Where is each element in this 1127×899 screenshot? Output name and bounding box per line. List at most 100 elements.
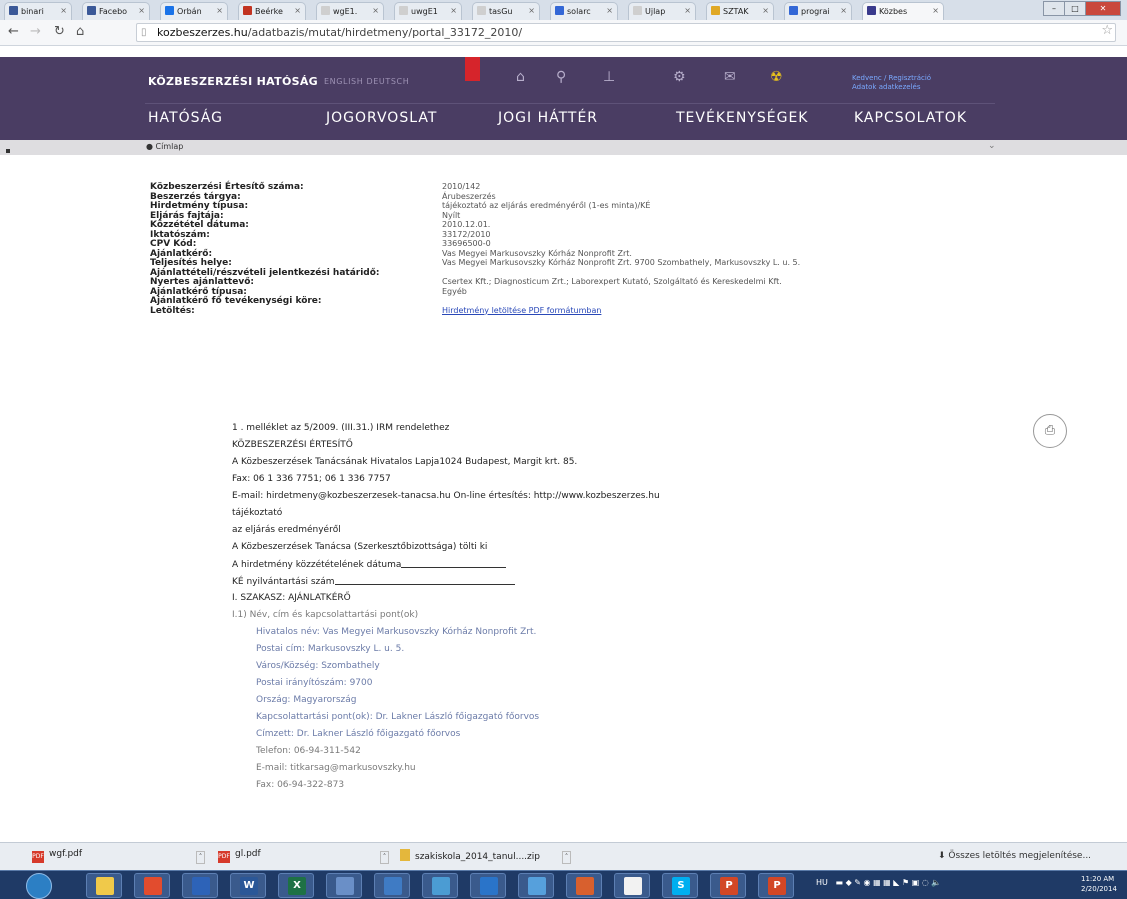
metadata-label: Közzététel dátuma:: [150, 220, 249, 230]
taskbar-app-button[interactable]: [374, 873, 410, 898]
close-tab-icon[interactable]: ×: [216, 6, 223, 15]
close-tab-icon[interactable]: ×: [606, 6, 613, 15]
metadata-value: tájékoztató az eljárás eredményéről (1-e…: [442, 201, 651, 210]
browser-tab[interactable]: prograi ×: [784, 2, 852, 20]
header-divider: [145, 103, 995, 104]
close-tab-icon[interactable]: ×: [294, 6, 301, 15]
home-icon[interactable]: ⌂: [516, 69, 525, 85]
chevron-up-icon[interactable]: ˄: [196, 851, 205, 864]
close-tab-icon[interactable]: ×: [528, 6, 535, 15]
nav-kapcsolatok[interactable]: KAPCSOLATOK: [854, 110, 967, 126]
taskbar-app-button[interactable]: P: [710, 873, 746, 898]
notice-line: 1 . melléklet az 5/2009. (III.31.) IRM r…: [232, 422, 932, 439]
notice-text: KÖZBESZERZÉSI ÉRTESÍTŐ: [232, 440, 353, 450]
start-button[interactable]: [26, 873, 52, 899]
browser-tab[interactable]: Facebo ×: [82, 2, 150, 20]
nav-hatosag[interactable]: HATÓSÁG: [148, 110, 223, 126]
close-window-button[interactable]: ✕: [1085, 1, 1121, 16]
metadata-value: 33172/2010: [442, 229, 491, 239]
notice-line: A hirdetmény közzétételének dátuma: [232, 558, 932, 575]
chevron-up-icon[interactable]: ˄: [562, 851, 571, 864]
notice-text: Telefon: 06-94-311-542: [256, 746, 361, 756]
taskbar-app-button[interactable]: [134, 873, 170, 898]
nav-tevekenysegek[interactable]: TEVÉKENYSÉGEK: [676, 110, 808, 126]
minimize-button[interactable]: –: [1043, 1, 1065, 16]
nav-jogi-hatter[interactable]: JOGI HÁTTÉR: [498, 110, 598, 126]
taskbar-app-button[interactable]: [470, 873, 506, 898]
clock[interactable]: 11:20 AM 2/20/2014: [1081, 874, 1117, 894]
metadata-label: Beszerzés tárgya:: [150, 191, 241, 202]
chevron-down-icon[interactable]: ⌄: [988, 141, 996, 151]
browser-tab[interactable]: Orbán ×: [160, 2, 228, 20]
browser-tab[interactable]: solarc ×: [550, 2, 618, 20]
notice-text: E-mail: hirdetmeny@kozbeszerzesek-tanacs…: [232, 491, 660, 501]
close-tab-icon[interactable]: ×: [450, 6, 457, 15]
chevron-up-icon[interactable]: ˄: [380, 851, 389, 864]
browser-tab[interactable]: uwgE1 ×: [394, 2, 462, 20]
url-input[interactable]: ▯ kozbeszerzes.hu/adatbazis/mutat/hirdet…: [136, 23, 1116, 42]
language-links[interactable]: ENGLISH DEUTSCH: [324, 77, 409, 86]
taskbar-app-button[interactable]: [614, 873, 650, 898]
close-tab-icon[interactable]: ×: [60, 6, 67, 15]
radiation-icon[interactable]: ☢: [770, 69, 783, 85]
search-icon[interactable]: ⚲: [556, 69, 566, 85]
taskbar-app-button[interactable]: X: [278, 873, 314, 898]
forward-arrow-icon[interactable]: →: [30, 24, 41, 39]
close-tab-icon[interactable]: ×: [762, 6, 769, 15]
download-item[interactable]: szakiskola_2014_tanul....zip: [400, 849, 540, 862]
site-logo[interactable]: KÖZBESZERZÉSI HATÓSÁG: [148, 75, 318, 88]
print-icon[interactable]: ⎙: [1033, 414, 1067, 448]
maximize-button[interactable]: □: [1064, 1, 1086, 16]
notice-line: Fax: 06 1 336 7751; 06 1 336 7757: [232, 473, 932, 490]
taskbar-app-button[interactable]: S: [662, 873, 698, 898]
blank-underline: [334, 575, 515, 585]
notice-text: Kapcsolattartási pont(ok): Dr. Lakner Lá…: [256, 712, 540, 722]
browser-tab[interactable]: tasGu ×: [472, 2, 540, 20]
browser-tab[interactable]: Közbes ×: [862, 2, 944, 20]
breadcrumb[interactable]: ● Címlap: [146, 142, 183, 151]
metadata-label: Ajánlattételi/részvételi jelentkezési ha…: [150, 267, 380, 278]
close-tab-icon[interactable]: ×: [684, 6, 691, 15]
home-icon[interactable]: ⌂: [76, 24, 84, 39]
browser-tab[interactable]: Beérke ×: [238, 2, 306, 20]
mail-icon[interactable]: ✉: [724, 69, 736, 85]
metadata-row: Nyertes ajánlattevő: Csertex Kft.; Diagno…: [150, 277, 950, 287]
app-icon: W: [240, 877, 258, 895]
download-item[interactable]: PDF gl.pdf: [218, 849, 261, 863]
browser-tab[interactable]: binari ×: [4, 2, 72, 20]
tray-icons[interactable]: ▬ ◆ ✎ ◉ ▦ ▦ ◣ ⚑ ▣ ◌ 🔈: [830, 878, 942, 887]
address-toolbar: ← → ↻ ⌂ ▯ kozbeszerzes.hu/adatbazis/muta…: [0, 20, 1127, 46]
notice-text: KÉ nyilvántartási szám: [232, 577, 335, 587]
taskbar-app-button[interactable]: W: [230, 873, 266, 898]
taskbar-app-button[interactable]: [566, 873, 602, 898]
favicon-icon: [399, 6, 408, 15]
app-icon: [336, 877, 354, 895]
close-tab-icon[interactable]: ×: [138, 6, 145, 15]
browser-tab[interactable]: SZTAK ×: [706, 2, 774, 20]
close-tab-icon[interactable]: ×: [840, 6, 847, 15]
taskbar-app-button[interactable]: [182, 873, 218, 898]
taskbar-app-button[interactable]: [422, 873, 458, 898]
taskbar-app-button[interactable]: [86, 873, 122, 898]
taskbar-app-button[interactable]: [518, 873, 554, 898]
bookmark-star-icon[interactable]: ☆: [1101, 23, 1113, 38]
accessibility-icon[interactable]: ⚙: [673, 69, 686, 85]
nav-jogorvoslat[interactable]: JOGORVOSLAT: [326, 110, 437, 126]
taskbar-app-button[interactable]: P: [758, 873, 794, 898]
browser-tab[interactable]: wgE1. ×: [316, 2, 384, 20]
metadata-label: Közbeszerzési Értesítő száma:: [150, 182, 304, 192]
language-indicator[interactable]: HU: [816, 878, 828, 887]
pdf-download-link[interactable]: Hirdetmény letöltése PDF formátumban: [442, 306, 601, 316]
download-name: gl.pdf: [235, 849, 261, 859]
download-item[interactable]: PDF wgf.pdf: [32, 849, 82, 863]
close-tab-icon[interactable]: ×: [932, 6, 939, 15]
sitemap-icon[interactable]: ⊥: [603, 69, 615, 85]
back-arrow-icon[interactable]: ←: [8, 24, 19, 39]
close-tab-icon[interactable]: ×: [372, 6, 379, 15]
favorites-link[interactable]: Kedvenc / Regisztráció Adatok adatkezelé…: [852, 74, 931, 92]
metadata-label: Ajánlatkérő fő tevékenységi köre:: [150, 296, 322, 306]
browser-tab[interactable]: Ujlap ×: [628, 2, 696, 20]
show-all-downloads-link[interactable]: ⬇ Összes letöltés megjelenítése...: [938, 851, 1091, 861]
taskbar-app-button[interactable]: [326, 873, 362, 898]
reload-icon[interactable]: ↻: [54, 24, 65, 39]
